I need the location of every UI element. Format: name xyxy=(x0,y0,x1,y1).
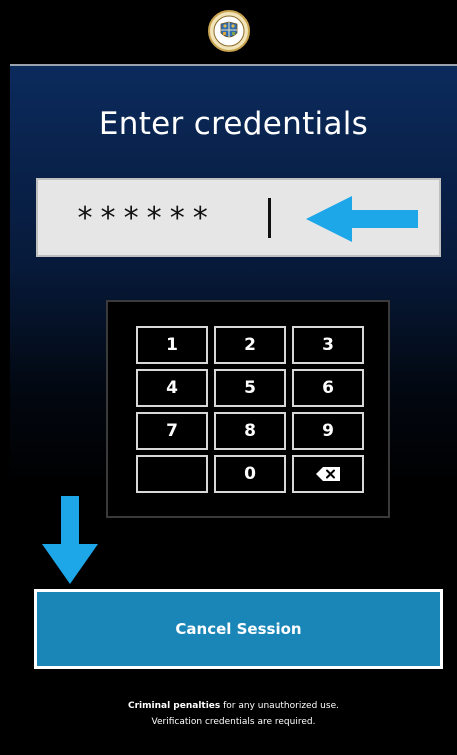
key-2[interactable]: 2 xyxy=(214,326,286,364)
key-8[interactable]: 8 xyxy=(214,412,286,450)
legal-line-1: Criminal penalties for any unauthorized … xyxy=(10,698,457,714)
credential-panel: Enter credentials ****** 1 2 3 4 5 6 7 8… xyxy=(10,66,457,755)
legal-line-1-rest: for any unauthorized use. xyxy=(220,701,339,711)
backspace-button[interactable] xyxy=(292,455,364,493)
page-title: Enter credentials xyxy=(98,106,369,142)
top-bar xyxy=(0,0,457,64)
backspace-icon xyxy=(316,467,340,481)
key-6[interactable]: 6 xyxy=(292,369,364,407)
arrow-down-icon xyxy=(42,496,98,584)
key-7[interactable]: 7 xyxy=(136,412,208,450)
arrow-left-icon xyxy=(306,196,418,242)
kiosk-screen: Enter credentials ****** 1 2 3 4 5 6 7 8… xyxy=(0,0,457,755)
pin-input[interactable]: ****** xyxy=(36,178,441,257)
legal-notice: Criminal penalties for any unauthorized … xyxy=(10,698,457,730)
key-blank[interactable] xyxy=(136,455,208,493)
key-5[interactable]: 5 xyxy=(214,369,286,407)
key-3[interactable]: 3 xyxy=(292,326,364,364)
key-1[interactable]: 1 xyxy=(136,326,208,364)
county-seal-icon xyxy=(208,10,250,52)
legal-bold-text: Criminal penalties xyxy=(128,701,221,711)
key-0[interactable]: 0 xyxy=(214,455,286,493)
key-4[interactable]: 4 xyxy=(136,369,208,407)
key-9[interactable]: 9 xyxy=(292,412,364,450)
legal-line-2: Verification credentials are required. xyxy=(151,717,316,727)
pin-value: ****** xyxy=(76,201,215,236)
text-caret xyxy=(268,198,271,238)
cancel-session-button[interactable]: Cancel Session xyxy=(34,589,443,669)
keypad: 1 2 3 4 5 6 7 8 9 0 xyxy=(106,300,390,518)
